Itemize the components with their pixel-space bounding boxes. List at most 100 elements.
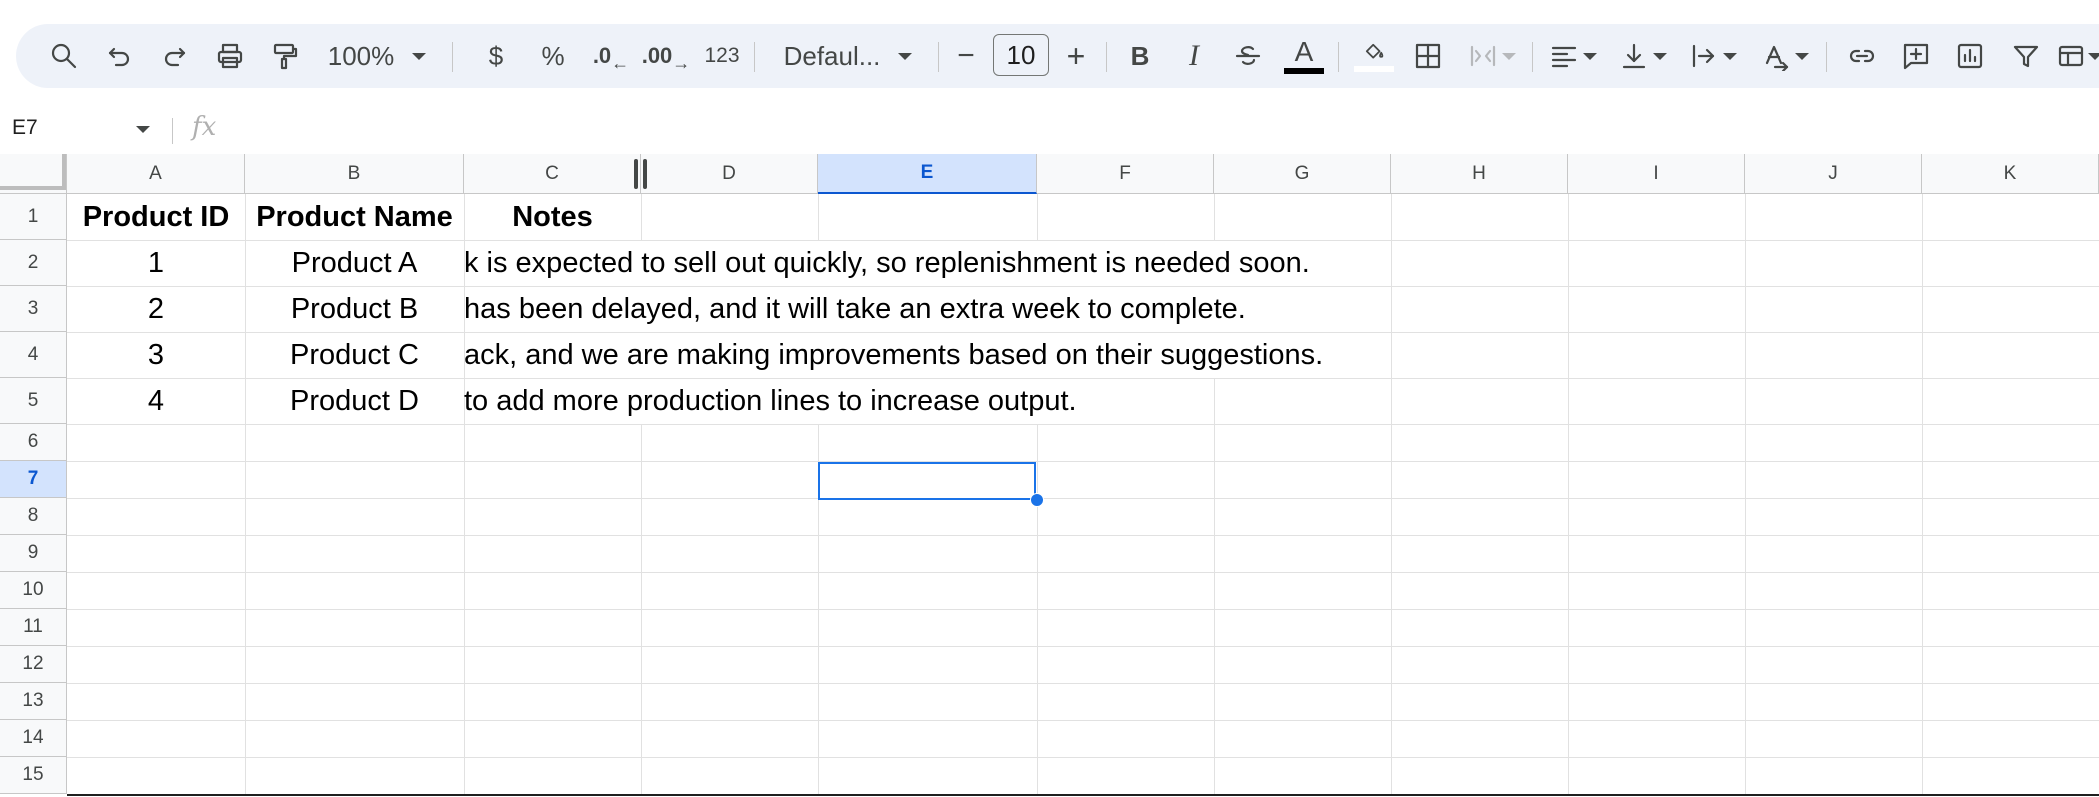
cell-c3[interactable]: has been delayed, and it will take an ex… xyxy=(464,286,1364,332)
row-header-5[interactable]: 5 xyxy=(0,378,67,424)
cell-a5[interactable]: 4 xyxy=(67,378,245,424)
divider xyxy=(1826,42,1827,72)
row-header-14[interactable]: 14 xyxy=(0,720,67,757)
zoom-select[interactable]: 100% xyxy=(322,24,432,88)
row-header-12[interactable]: 12 xyxy=(0,646,67,683)
cell-b2[interactable]: Product A xyxy=(245,240,464,286)
row-header-15[interactable]: 15 xyxy=(0,757,67,794)
column-header-i[interactable]: I xyxy=(1568,154,1745,194)
align-left-icon xyxy=(1551,46,1577,68)
text-wrapping-button[interactable] xyxy=(1680,24,1746,88)
spreadsheet-grid: A B C D E F G H I J K 1 2 3 4 5 6 7 8 9 … xyxy=(0,154,2099,797)
row-header-10[interactable]: 10 xyxy=(0,572,67,609)
filter-icon[interactable] xyxy=(2006,24,2046,88)
align-bottom-icon xyxy=(1622,43,1646,69)
gridline xyxy=(67,683,2099,684)
gridline xyxy=(1391,194,1392,794)
chevron-down-icon xyxy=(1583,52,1597,60)
cell-a1[interactable]: Product ID xyxy=(67,194,245,240)
column-header-f[interactable]: F xyxy=(1037,154,1214,194)
text-color-button[interactable]: A xyxy=(1282,24,1326,88)
gridline xyxy=(1214,378,1215,794)
gridline xyxy=(67,424,2099,425)
cell-b4[interactable]: Product C xyxy=(245,332,464,378)
name-box[interactable]: E7 xyxy=(12,116,38,140)
cell-c1[interactable]: Notes xyxy=(464,194,641,240)
currency-format-button[interactable]: $ xyxy=(476,24,516,88)
italic-button[interactable]: I xyxy=(1174,24,1214,88)
text-rotation-button[interactable] xyxy=(1752,24,1818,88)
zoom-value: 100% xyxy=(327,40,395,71)
column-header-b[interactable]: B xyxy=(245,154,464,194)
formula-input[interactable] xyxy=(240,112,2040,146)
column-header-a[interactable]: A xyxy=(67,154,245,194)
divider xyxy=(938,42,939,72)
grid-bottom-border xyxy=(67,794,2099,796)
chevron-down-icon[interactable] xyxy=(136,126,150,133)
column-header-g[interactable]: G xyxy=(1214,154,1391,194)
paint-format-icon[interactable] xyxy=(264,24,304,88)
minus-label: − xyxy=(957,39,975,72)
fill-color-button[interactable] xyxy=(1352,24,1396,88)
cell-b5[interactable]: Product D xyxy=(245,378,464,424)
gridline xyxy=(1922,194,1923,794)
column-header-e[interactable]: E xyxy=(818,154,1037,194)
row-header-7[interactable]: 7 xyxy=(0,461,67,498)
select-all-corner[interactable] xyxy=(0,154,67,194)
redo-icon[interactable] xyxy=(154,24,194,88)
insert-link-icon[interactable] xyxy=(1842,24,1882,88)
bold-button[interactable]: B xyxy=(1120,24,1160,88)
row-header-2[interactable]: 2 xyxy=(0,240,67,286)
cell-b3[interactable]: Product B xyxy=(245,286,464,332)
decrease-decimal-button[interactable]: .0 ← xyxy=(586,24,636,88)
row-header-11[interactable]: 11 xyxy=(0,609,67,646)
fill-handle[interactable] xyxy=(1030,493,1044,507)
percent-format-button[interactable]: % xyxy=(528,24,578,88)
column-header-h[interactable]: H xyxy=(1391,154,1568,194)
insert-chart-icon[interactable] xyxy=(1950,24,1990,88)
row-header-13[interactable]: 13 xyxy=(0,683,67,720)
font-select[interactable]: Defaul... xyxy=(768,24,928,88)
filter-views-button[interactable] xyxy=(2056,24,2099,88)
undo-icon[interactable] xyxy=(100,24,140,88)
cell-c5[interactable]: to add more production lines to increase… xyxy=(464,378,1214,424)
row-header-3[interactable]: 3 xyxy=(0,286,67,332)
column-header-d[interactable]: D xyxy=(641,154,818,194)
insert-comment-icon[interactable] xyxy=(1896,24,1936,88)
column-header-k[interactable]: K xyxy=(1922,154,2099,194)
cell-a3[interactable]: 2 xyxy=(67,286,245,332)
search-menus-icon[interactable] xyxy=(44,24,84,88)
cell-a2[interactable]: 1 xyxy=(67,240,245,286)
number-format-button[interactable]: 123 xyxy=(702,24,742,88)
row-header-6[interactable]: 6 xyxy=(0,424,67,461)
row-header-4[interactable]: 4 xyxy=(0,332,67,378)
print-icon[interactable] xyxy=(210,24,250,88)
increase-font-size-button[interactable]: + xyxy=(1056,24,1096,88)
row-header-1[interactable]: 1 xyxy=(0,194,67,240)
borders-icon[interactable] xyxy=(1408,24,1448,88)
currency-label: $ xyxy=(488,40,504,71)
merge-cells-button[interactable] xyxy=(1462,24,1522,88)
increase-decimal-button[interactable]: .00 → xyxy=(638,24,694,88)
decrease-font-size-button[interactable]: − xyxy=(946,24,986,88)
font-name: Defaul... xyxy=(783,40,881,71)
cell-a4[interactable]: 3 xyxy=(67,332,245,378)
column-header-j[interactable]: J xyxy=(1745,154,1922,194)
row-header-8[interactable]: 8 xyxy=(0,498,67,535)
cell-c4[interactable]: ack, and we are making improvements base… xyxy=(464,332,1384,378)
row-header-9[interactable]: 9 xyxy=(0,535,67,572)
active-cell-e7[interactable] xyxy=(818,462,1036,500)
text-color-swatch xyxy=(1284,68,1324,74)
cell-c2[interactable]: k is expected to sell out quickly, so re… xyxy=(464,240,1364,286)
arrow-right-icon: → xyxy=(672,52,691,73)
column-header-c[interactable]: C xyxy=(464,154,641,194)
toolbar: 100% $ % .0 ← .00 → 123 Defaul... − 10 +… xyxy=(16,24,2099,88)
cell-b1[interactable]: Product Name xyxy=(245,194,464,240)
horizontal-align-button[interactable] xyxy=(1540,24,1606,88)
gridline xyxy=(1037,194,1038,240)
vertical-align-button[interactable] xyxy=(1610,24,1676,88)
column-resize-handle[interactable] xyxy=(634,159,648,189)
strikethrough-icon[interactable] xyxy=(1228,24,1268,88)
font-size-input[interactable]: 10 xyxy=(993,34,1049,76)
formula-bar: E7 fx xyxy=(0,104,2099,154)
